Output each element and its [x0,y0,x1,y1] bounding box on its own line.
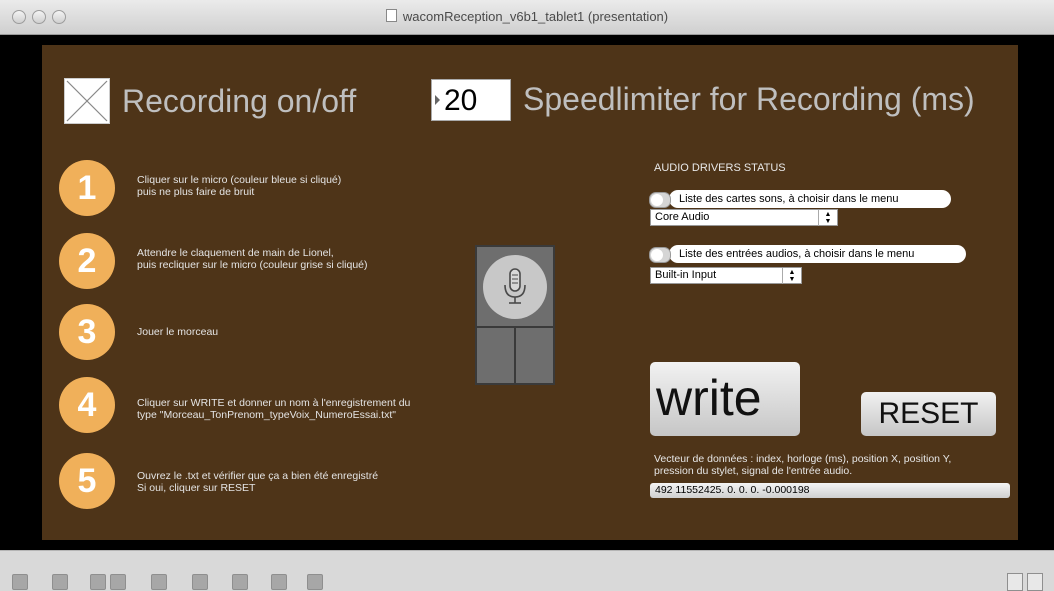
patcher-toolbar [0,550,1054,591]
microphone-icon [504,268,526,304]
recording-label: Recording on/off [122,83,357,119]
new-object-icon[interactable] [151,574,167,590]
presentation-icon[interactable] [52,574,68,590]
speedlimiter-value: 20 [444,84,478,117]
data-vector-message: 492 11552425. 0. 0. 0. -0.000198 [650,483,1010,498]
step-3-text: Jouer le morceau [137,326,219,338]
write-button[interactable]: write [650,362,800,436]
number-arrow-icon [435,95,440,105]
patch-cords-icon[interactable] [90,574,106,590]
step-4-text: Cliquer sur WRITE et donner un nom à l'e… [137,397,411,421]
audio-input-select[interactable]: Built-in Input ▲ ▼ [650,267,802,284]
window-titlebar: wacomReception_v6b1_tablet1 (presentatio… [0,0,1054,35]
sidebar-icon[interactable] [1027,573,1043,591]
lock-icon[interactable] [12,574,28,590]
step-4-circle: 4 [59,377,115,433]
microphone-control [475,245,555,385]
toggle-knob [651,194,663,206]
presentation-content: Recording on/off 20 Speedlimiter for Rec… [0,35,1054,550]
microphone-button-face [483,255,547,319]
step-3-circle: 3 [59,304,115,360]
step-2-circle: 2 [59,233,115,289]
audio-drivers-status-title: AUDIO DRIVERS STATUS [654,162,786,174]
step-1-circle: 1 [59,160,115,216]
main-panel: Recording on/off 20 Speedlimiter for Rec… [42,45,1018,540]
select-arrows-icon: ▲ ▼ [818,210,837,226]
grid-icon[interactable] [271,574,287,590]
speedlimiter-label: Speedlimiter for Recording (ms) [523,81,975,117]
select-arrows-icon: ▲ ▼ [782,268,801,284]
close-box-icon[interactable] [110,574,126,590]
window-title: wacomReception_v6b1_tablet1 (presentatio… [0,9,1054,24]
mic-pad-right[interactable] [516,328,553,383]
data-vector-label: Vecteur de données : index, horloge (ms)… [654,453,952,477]
inspector-icon[interactable] [192,574,208,590]
reset-button[interactable]: RESET [861,392,996,436]
debug-icon[interactable] [307,574,323,590]
step-5-circle: 5 [59,453,115,509]
audio-inputs-label: Liste des entrées audios, à choisir dans… [669,245,966,263]
audio-inputs-toggle[interactable] [649,247,671,263]
mic-pad-left[interactable] [477,328,514,383]
sound-cards-toggle[interactable] [649,192,671,208]
recording-checkbox[interactable] [64,78,110,124]
sound-card-select[interactable]: Core Audio ▲ ▼ [650,209,838,226]
toggle-knob [651,249,663,261]
sound-cards-label: Liste des cartes sons, à choisir dans le… [669,190,951,208]
step-5-text: Ouvrez le .txt et vérifier que ça a bien… [137,470,379,494]
step-1-text: Cliquer sur le micro (couleur bleue si c… [137,174,342,198]
microphone-button[interactable] [477,247,553,326]
checkbox-x-icon [66,80,108,122]
document-icon [385,9,397,22]
speedlimiter-number-box[interactable]: 20 [431,79,511,121]
toggle-view-icon[interactable] [232,574,248,590]
step-2-text: Attendre le claquement de main de Lionel… [137,247,368,271]
split-view-icon[interactable] [1007,573,1023,591]
